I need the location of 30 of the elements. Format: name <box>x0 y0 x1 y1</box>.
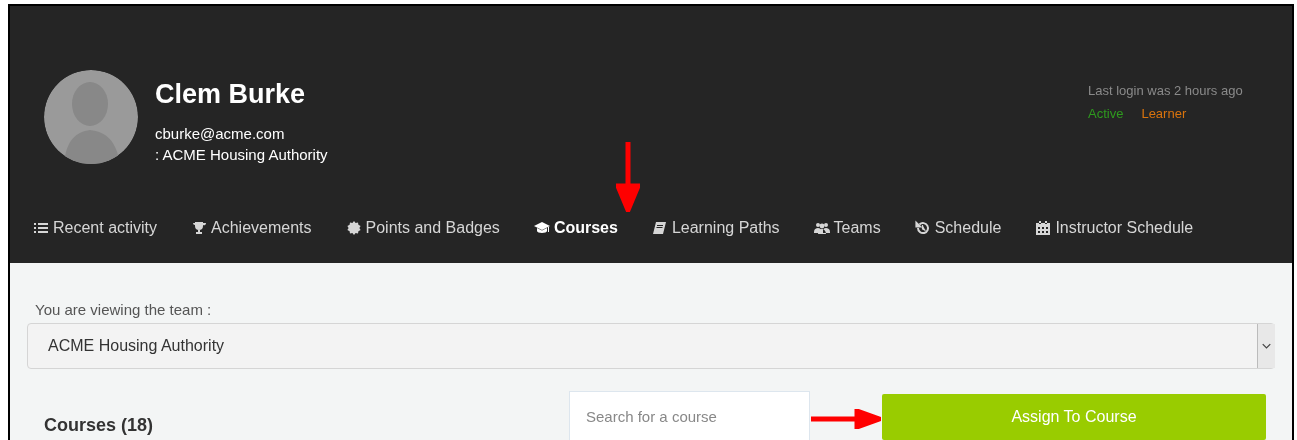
chevron-down-icon <box>1257 324 1275 368</box>
nav-tab[interactable]: Teams <box>813 216 881 240</box>
nav-tab[interactable]: Achievements <box>191 216 312 240</box>
graduation-cap-icon <box>533 220 550 236</box>
courses-title: Courses (18) <box>44 414 154 437</box>
user-email: cburke@acme.com <box>155 124 286 144</box>
annotation-arrow <box>811 409 881 429</box>
last-login-text: Last login was 2 hours ago <box>1088 82 1244 100</box>
nav-tab[interactable]: Schedule <box>914 216 1002 240</box>
list-icon <box>33 220 49 236</box>
team-label: You are viewing the team : <box>35 301 213 319</box>
people-icon <box>813 220 830 236</box>
status-tag: Active <box>1088 104 1124 124</box>
team-select[interactable]: ACME Housing Authority <box>27 323 1275 369</box>
user-organization: : ACME Housing Authority <box>155 145 328 165</box>
nav-tab[interactable]: Points and Badges <box>345 216 500 240</box>
avatar-icon <box>44 70 138 164</box>
nav-tab[interactable]: Instructor Schedule <box>1035 216 1194 240</box>
book-icon <box>651 220 668 236</box>
history-icon <box>914 220 931 236</box>
nav-tab[interactable]: Recent activity <box>33 216 158 240</box>
trophy-icon <box>191 220 208 236</box>
calendar-icon <box>1035 220 1052 236</box>
nav-tab[interactable]: Courses <box>533 216 618 240</box>
annotation-arrow <box>616 142 640 212</box>
badge-icon <box>345 220 362 236</box>
nav-tab[interactable]: Learning Paths <box>651 216 780 240</box>
search-field[interactable]: Search for a course <box>569 391 810 440</box>
status-tag: Learner <box>1141 104 1187 124</box>
user-name: Clem Burke <box>155 78 307 110</box>
